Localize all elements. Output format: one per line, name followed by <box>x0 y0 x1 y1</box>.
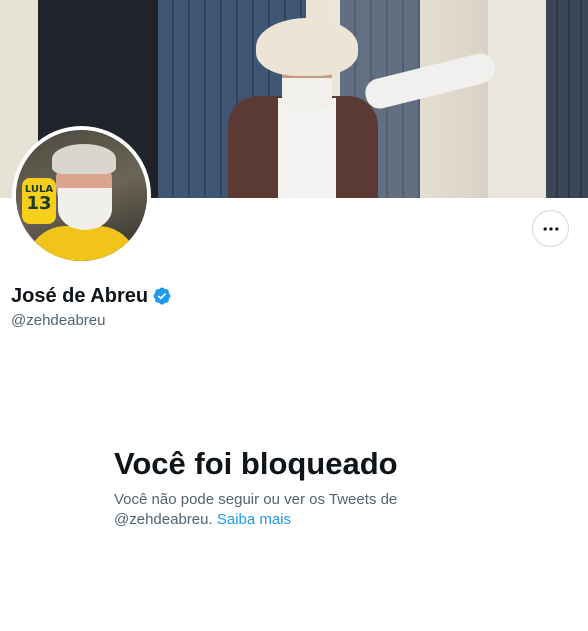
banner-person-hat <box>256 18 358 76</box>
avatar-jersey-number: 13 <box>26 193 52 214</box>
more-horizontal-icon <box>543 226 558 231</box>
blocked-notice: Você foi bloqueado Você não pode seguir … <box>114 446 434 530</box>
banner-shutter-far-right <box>546 0 588 198</box>
blocked-title: Você foi bloqueado <box>114 446 398 481</box>
avatar-hair <box>52 144 116 174</box>
learn-more-link[interactable]: Saiba mais <box>217 511 291 528</box>
avatar-jersey: LULA 13 <box>22 178 56 224</box>
avatar-beard <box>58 188 112 230</box>
display-name: José de Abreu <box>11 285 149 307</box>
blocked-message-text: Você não pode seguir ou ver os Tweets de <box>114 491 398 508</box>
profile-handle: @zehdeabreu <box>11 312 106 329</box>
avatar-image: LULA 13 <box>16 130 147 261</box>
verified-badge-icon[interactable] <box>152 286 172 306</box>
banner-person-beard <box>282 78 332 114</box>
banner-pillar <box>488 0 546 198</box>
blocked-message: Você não pode seguir ou ver os Tweets de… <box>114 490 434 530</box>
more-options-button[interactable] <box>532 210 569 247</box>
avatar[interactable]: LULA 13 <box>12 126 151 265</box>
blocked-message-handle: @zehdeabreu. <box>114 511 213 528</box>
profile-name-row: José de Abreu <box>11 284 172 308</box>
